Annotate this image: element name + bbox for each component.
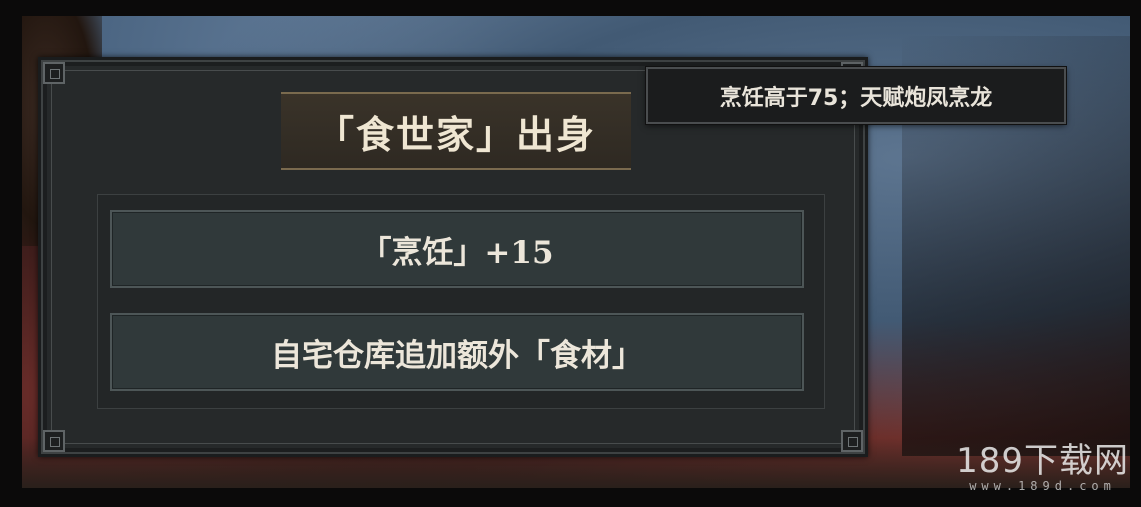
corner-ornament-icon xyxy=(43,430,65,452)
bonus-list: 「烹饪」+15 自宅仓库追加额外「食材」 xyxy=(97,194,825,409)
bonus-item-label: 自宅仓库追加额外「食材」 xyxy=(271,337,643,374)
watermark-title: 189下载网 xyxy=(956,441,1129,481)
condition-tooltip: 烹饪高于75；天赋炮凤烹龙 xyxy=(646,67,1066,124)
bonus-item-ingredients: 自宅仓库追加额外「食材」 xyxy=(110,313,804,391)
watermark-url: www.189d.com xyxy=(969,479,1116,493)
corner-ornament-icon xyxy=(43,62,65,84)
bonus-item-label: 「烹饪」+15 xyxy=(360,234,554,271)
game-screen: 「食世家」出身 「烹饪」+15 自宅仓库追加额外「食材」 烹饪高于75；天赋炮凤… xyxy=(0,0,1141,507)
title-plaque: 「食世家」出身 xyxy=(281,92,631,170)
site-watermark: 189下载网 www.189d.com xyxy=(956,443,1129,493)
bonus-item-cooking: 「烹饪」+15 xyxy=(110,210,804,288)
condition-text: 烹饪高于75；天赋炮凤烹龙 xyxy=(719,85,993,111)
corner-ornament-icon xyxy=(841,430,863,452)
panel-title: 「食世家」出身 xyxy=(315,111,596,157)
